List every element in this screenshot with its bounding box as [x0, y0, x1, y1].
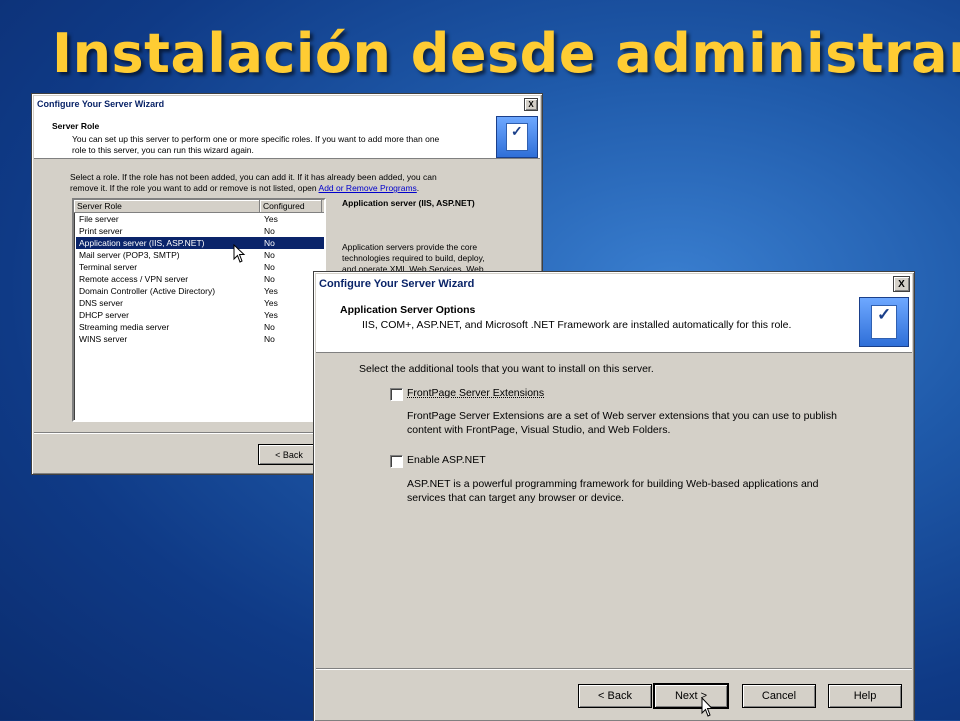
back-button[interactable]: < Back — [578, 684, 652, 708]
enable-aspnet-checkbox[interactable] — [390, 455, 403, 468]
back-header-desc-1: You can set up this server to perform on… — [72, 134, 439, 144]
back-header-desc-2: role to this server, you can run this wi… — [72, 145, 254, 155]
front-checkmark-icon: ✓ — [877, 305, 891, 325]
role-name: Print server — [76, 225, 261, 237]
role-name: WINS server — [76, 333, 261, 345]
back-instruction-text: remove it. If the role you want to add o… — [70, 183, 319, 193]
help-button[interactable]: Help — [828, 684, 902, 708]
back-window-back-button[interactable]: < Back — [258, 444, 320, 465]
server-role-list[interactable]: Server Role Configured File server Yes Pri… — [72, 198, 326, 422]
table-row[interactable]: Domain Controller (Active Directory) Yes — [76, 285, 324, 297]
back-instruction-line-2: remove it. If the role you want to add o… — [70, 183, 419, 193]
table-row[interactable]: DHCP server Yes — [76, 309, 324, 321]
table-row[interactable]: WINS server No — [76, 333, 324, 345]
mouse-cursor-icon — [701, 697, 715, 719]
slide-title: Instalación desde administrar — [52, 22, 960, 85]
frontpage-extensions-label[interactable]: FrontPage Server Extensions — [407, 387, 544, 399]
table-row[interactable]: Print server No — [76, 225, 324, 237]
back-instruction-period: . — [417, 183, 419, 193]
column-header-configured[interactable]: Configured — [260, 200, 322, 212]
role-name: DNS server — [76, 297, 261, 309]
front-close-icon[interactable]: X — [893, 276, 910, 292]
next-button[interactable]: Next > — [653, 683, 729, 709]
enable-aspnet-desc-1: ASP.NET is a powerful programming framew… — [407, 478, 818, 490]
frontpage-extensions-checkbox[interactable] — [390, 388, 403, 401]
enable-aspnet-desc-2: services that can target any browser or … — [407, 492, 624, 504]
table-row[interactable]: Terminal server No — [76, 261, 324, 273]
role-detail-title: Application server (IIS, ASP.NET) — [342, 198, 475, 208]
column-header-server-role[interactable]: Server Role — [74, 200, 260, 212]
back-window-title: Configure Your Server Wizard — [34, 99, 524, 109]
table-row[interactable]: Remote access / VPN server No — [76, 273, 324, 285]
role-name: File server — [76, 213, 261, 225]
back-window-header: Server Role You can set up this server t… — [34, 112, 540, 159]
front-header-title: Application Server Options — [340, 304, 475, 316]
cancel-button[interactable]: Cancel — [742, 684, 816, 708]
mouse-cursor-icon — [233, 244, 247, 264]
table-row[interactable]: Application server (IIS, ASP.NET) No — [76, 237, 324, 249]
table-row[interactable]: Streaming media server No — [76, 321, 324, 333]
role-name: DHCP server — [76, 309, 261, 321]
role-configured: No — [261, 237, 322, 249]
enable-aspnet-label[interactable]: Enable ASP.NET — [407, 454, 486, 466]
front-instruction: Select the additional tools that you wan… — [359, 363, 654, 375]
table-row[interactable]: Mail server (POP3, SMTP) No — [76, 249, 324, 261]
role-configured: Yes — [261, 213, 322, 225]
role-list-rows: File server Yes Print server No Application … — [74, 213, 324, 345]
back-header-title: Server Role — [52, 121, 99, 131]
role-name: Domain Controller (Active Directory) — [76, 285, 261, 297]
role-list-header: Server Role Configured — [74, 200, 324, 213]
role-name: Streaming media server — [76, 321, 261, 333]
front-wizard-window: Configure Your Server Wizard X Applicati… — [313, 271, 915, 721]
front-window-title: Configure Your Server Wizard — [316, 278, 893, 290]
role-name: Remote access / VPN server — [76, 273, 261, 285]
front-window-titlebar[interactable]: Configure Your Server Wizard X — [316, 274, 912, 294]
back-wizard-icon: ✓ — [496, 116, 538, 158]
back-checkmark-icon: ✓ — [511, 123, 523, 140]
back-close-icon[interactable]: X — [524, 98, 538, 111]
role-detail-desc-2: technologies required to build, deploy, — [342, 253, 485, 263]
role-configured: No — [261, 249, 322, 261]
front-button-separator — [316, 668, 912, 670]
role-detail-desc-1: Application servers provide the core — [342, 242, 477, 252]
back-instruction-line-1: Select a role. If the role has not been … — [70, 172, 437, 182]
table-row[interactable]: File server Yes — [76, 213, 324, 225]
frontpage-extensions-desc-1: FrontPage Server Extensions are a set of… — [407, 410, 837, 422]
front-window-header: Application Server Options IIS, COM+, AS… — [316, 294, 912, 353]
role-configured: No — [261, 225, 322, 237]
back-window-titlebar[interactable]: Configure Your Server Wizard X — [34, 96, 540, 112]
table-row[interactable]: DNS server Yes — [76, 297, 324, 309]
front-wizard-icon: ✓ — [859, 297, 909, 347]
add-remove-programs-link[interactable]: Add or Remove Programs — [319, 183, 417, 193]
frontpage-extensions-desc-2: content with FrontPage, Visual Studio, a… — [407, 424, 670, 436]
front-header-desc: IIS, COM+, ASP.NET, and Microsoft .NET F… — [362, 319, 791, 331]
